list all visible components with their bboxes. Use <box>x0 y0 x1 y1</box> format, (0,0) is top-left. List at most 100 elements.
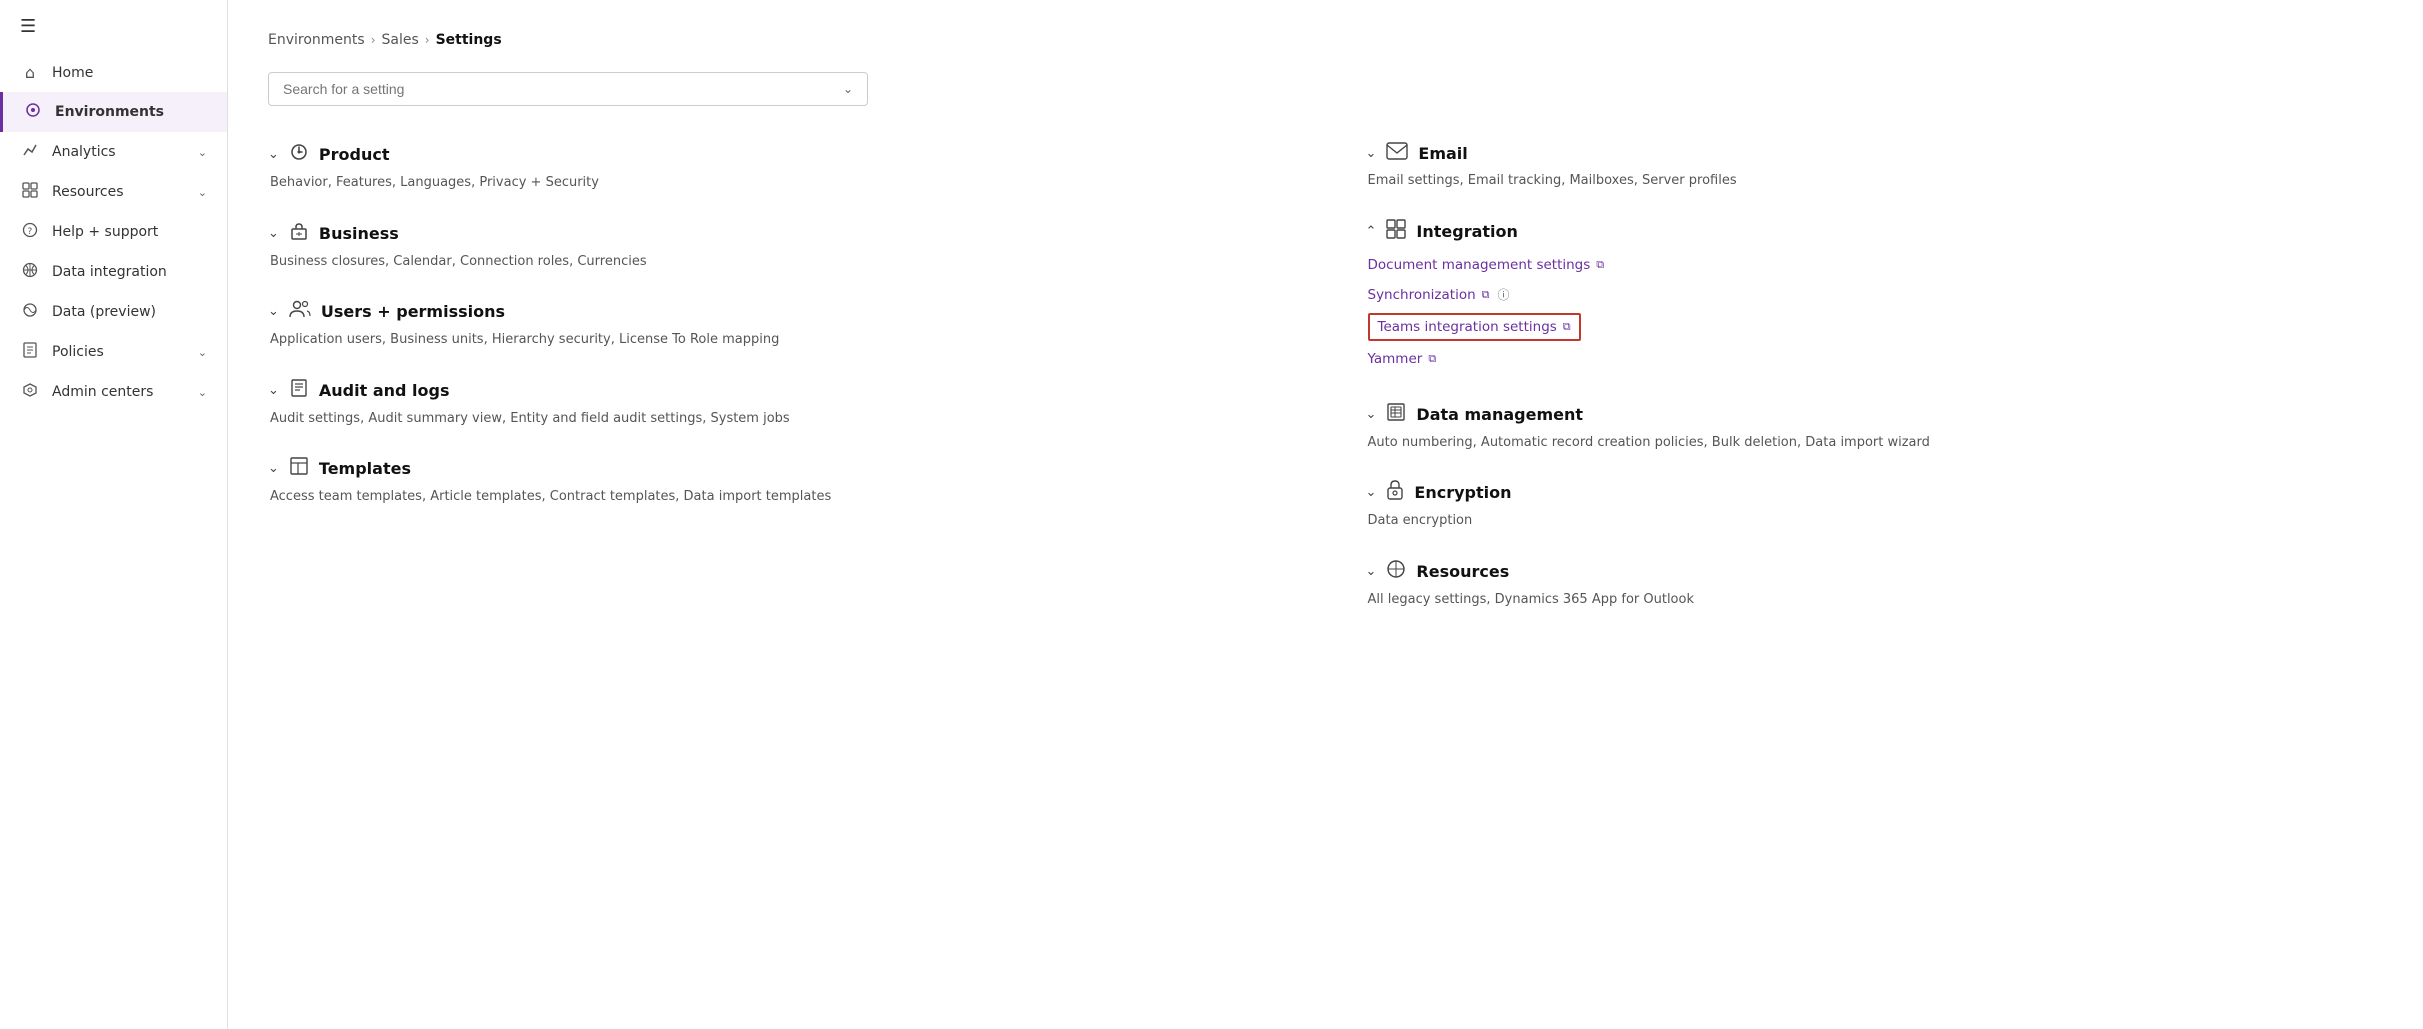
section-toggle-email[interactable]: ⌄ <box>1366 146 1377 161</box>
section-product: ⌄ Product Behavior, Features, Languages,… <box>268 142 1286 193</box>
audit-icon <box>289 378 309 403</box>
svg-text:?: ? <box>28 227 33 237</box>
environments-icon <box>23 102 43 122</box>
chevron-down-icon: ⌄ <box>198 186 207 199</box>
synchronization-link[interactable]: Synchronization ⧉ <box>1368 283 1490 307</box>
section-toggle-integration[interactable]: ⌃ <box>1366 224 1377 239</box>
chevron-down-icon: ⌄ <box>198 346 207 359</box>
search-bar[interactable]: ⌄ <box>268 72 868 106</box>
document-management-link[interactable]: Document management settings ⧉ <box>1368 253 2384 277</box>
data-management-icon <box>1386 402 1406 427</box>
teams-integration-label: Teams integration settings <box>1378 319 1557 335</box>
sidebar-item-policies[interactable]: Policies ⌄ <box>0 332 227 372</box>
teams-integration-link[interactable]: Teams integration settings ⧉ <box>1368 313 1581 341</box>
sidebar-item-label: Analytics <box>52 144 116 160</box>
section-templates: ⌄ Templates Access team templates, Artic… <box>268 456 1286 507</box>
sidebar-item-label: Environments <box>55 104 164 120</box>
sidebar-item-label: Data (preview) <box>52 304 156 320</box>
search-chevron-icon: ⌄ <box>843 82 853 96</box>
settings-grid: ⌄ Product Behavior, Features, Languages,… <box>268 142 2383 637</box>
section-title-data-mgmt: Data management <box>1416 405 1583 424</box>
external-link-icon: ⧉ <box>1596 258 1604 272</box>
section-resources: ⌄ Resources All legacy settings, Dynamic… <box>1366 559 2384 610</box>
email-icon <box>1386 142 1408 165</box>
sidebar-item-data-integration[interactable]: Data integration <box>0 252 227 292</box>
breadcrumb-sep-1: › <box>371 33 376 47</box>
section-toggle-product[interactable]: ⌄ <box>268 147 279 162</box>
section-integration: ⌃ Integration Document ma <box>1366 219 2384 374</box>
section-title-product: Product <box>319 145 390 164</box>
breadcrumb-environments[interactable]: Environments <box>268 32 365 48</box>
sidebar-item-label: Resources <box>52 184 124 200</box>
sidebar-item-label: Admin centers <box>52 384 153 400</box>
chevron-down-icon: ⌄ <box>198 386 207 399</box>
data-integration-icon <box>20 262 40 282</box>
sidebar-item-environments[interactable]: Environments <box>0 92 227 132</box>
breadcrumb-sales[interactable]: Sales <box>382 32 419 48</box>
breadcrumb-sep-2: › <box>425 33 430 47</box>
section-title-business: Business <box>319 224 399 243</box>
section-title-integration: Integration <box>1416 222 1518 241</box>
info-icon[interactable]: ⓘ <box>1498 286 1510 303</box>
section-toggle-users[interactable]: ⌄ <box>268 304 279 319</box>
section-desc-email: Email settings, Email tracking, Mailboxe… <box>1366 171 2384 191</box>
product-icon <box>289 142 309 167</box>
templates-icon <box>289 456 309 481</box>
policies-icon <box>20 342 40 362</box>
section-toggle-templates[interactable]: ⌄ <box>268 461 279 476</box>
sidebar-item-home[interactable]: ⌂ Home <box>0 53 227 92</box>
home-icon: ⌂ <box>20 63 40 82</box>
document-management-label: Document management settings <box>1368 257 1591 273</box>
section-title-users: Users + permissions <box>321 302 505 321</box>
section-desc-encryption: Data encryption <box>1366 511 2384 531</box>
sidebar-item-help-support[interactable]: ? Help + support <box>0 212 227 252</box>
analytics-icon <box>20 142 40 162</box>
admin-centers-icon <box>20 382 40 402</box>
sidebar-item-label: Home <box>52 65 93 81</box>
data-preview-icon <box>20 302 40 322</box>
section-business: ⌄ Business Business closures, Calendar, … <box>268 221 1286 272</box>
section-data-management: ⌄ Data management Auto numbering, Automa… <box>1366 402 2384 453</box>
integration-icon <box>1386 219 1406 244</box>
section-title-audit: Audit and logs <box>319 381 450 400</box>
section-toggle-business[interactable]: ⌄ <box>268 226 279 241</box>
yammer-label: Yammer <box>1368 351 1423 367</box>
business-icon <box>289 221 309 246</box>
section-toggle-data-mgmt[interactable]: ⌄ <box>1366 407 1377 422</box>
section-desc-resources: All legacy settings, Dynamics 365 App fo… <box>1366 590 2384 610</box>
main-content: Environments › Sales › Settings ⌄ ⌄ <box>228 0 2423 1029</box>
section-desc-product: Behavior, Features, Languages, Privacy +… <box>268 173 1286 193</box>
section-toggle-encryption[interactable]: ⌄ <box>1366 485 1377 500</box>
resources-icon <box>20 182 40 202</box>
external-link-icon-yammer: ⧉ <box>1428 352 1436 366</box>
sidebar-item-data-preview[interactable]: Data (preview) <box>0 292 227 332</box>
sidebar-item-label: Data integration <box>52 264 167 280</box>
section-users-permissions: ⌄ Users + permissions Application users,… <box>268 299 1286 350</box>
section-encryption: ⌄ Encryption Data encryption <box>1366 480 2384 531</box>
sidebar: ☰ ⌂ Home Environments Analytics ⌄ <box>0 0 228 1029</box>
section-desc-templates: Access team templates, Article templates… <box>268 487 1286 507</box>
hamburger-menu[interactable]: ☰ <box>0 0 227 53</box>
breadcrumb-settings: Settings <box>436 32 502 48</box>
yammer-link[interactable]: Yammer ⧉ <box>1368 347 2384 371</box>
external-link-icon-sync: ⧉ <box>1482 288 1490 302</box>
section-title-email: Email <box>1418 144 1467 163</box>
section-desc-users: Application users, Business units, Hiera… <box>268 330 1286 350</box>
search-input[interactable] <box>283 81 843 97</box>
section-toggle-resources[interactable]: ⌄ <box>1366 564 1377 579</box>
section-desc-audit: Audit settings, Audit summary view, Enti… <box>268 409 1286 429</box>
encryption-icon <box>1386 480 1404 505</box>
sidebar-item-label: Policies <box>52 344 104 360</box>
integration-links: Document management settings ⧉ Synchroni… <box>1366 250 2384 374</box>
resources-section-icon <box>1386 559 1406 584</box>
sidebar-item-resources[interactable]: Resources ⌄ <box>0 172 227 212</box>
sidebar-item-analytics[interactable]: Analytics ⌄ <box>0 132 227 172</box>
sidebar-item-admin-centers[interactable]: Admin centers ⌄ <box>0 372 227 412</box>
section-toggle-audit[interactable]: ⌄ <box>268 383 279 398</box>
breadcrumb: Environments › Sales › Settings <box>268 32 2383 48</box>
section-audit-logs: ⌄ Audit and logs Audit settings, Audit s… <box>268 378 1286 429</box>
users-icon <box>289 299 311 324</box>
external-link-icon-teams: ⧉ <box>1563 320 1571 334</box>
chevron-down-icon: ⌄ <box>198 146 207 159</box>
section-desc-data-mgmt: Auto numbering, Automatic record creatio… <box>1366 433 2384 453</box>
